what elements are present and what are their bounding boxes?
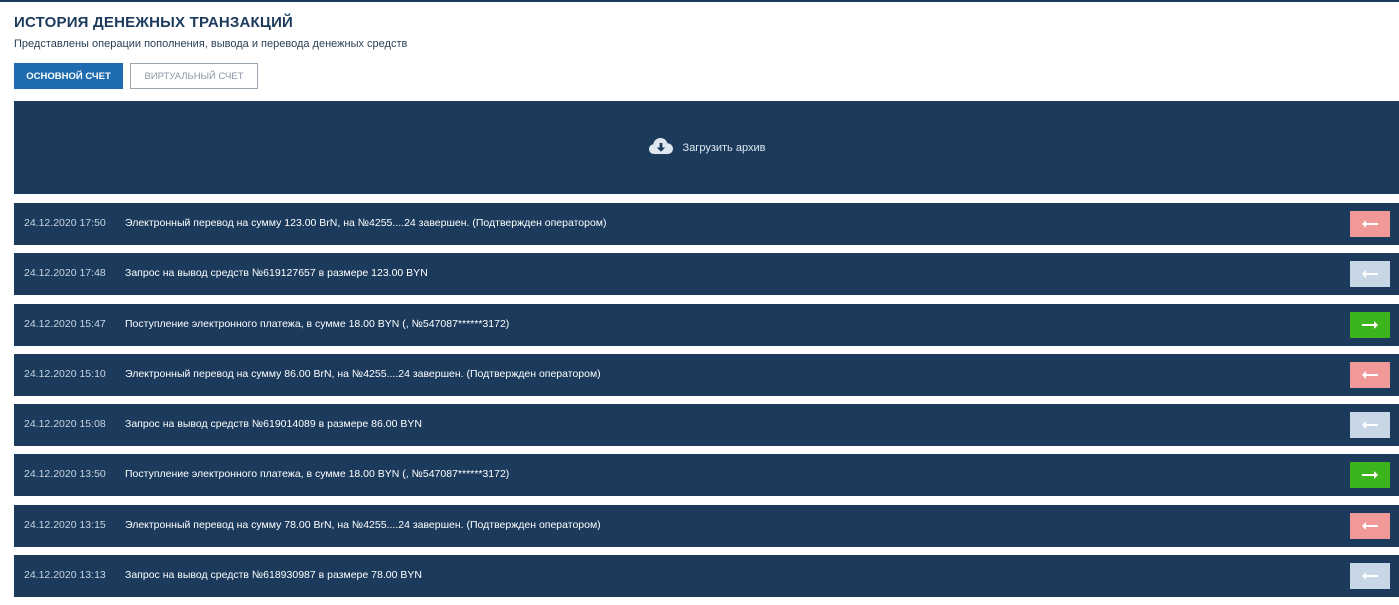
transaction-date: 24.12.2020 17:50 (24, 217, 106, 229)
transaction-direction-button[interactable] (1350, 563, 1390, 590)
arrow-left-icon (1361, 571, 1379, 581)
arrow-left-icon (1361, 269, 1379, 279)
transaction-row: 24.12.2020 15:08 Запрос на вывод средств… (14, 404, 1399, 447)
transaction-date: 24.12.2020 13:13 (24, 569, 106, 582)
transaction-date: 24.12.2020 13:50 (24, 468, 106, 481)
transaction-description: Запрос на вывод средств №618930987 в раз… (125, 569, 422, 582)
download-archive-label: Загрузить архив (682, 141, 766, 154)
arrow-right-icon (1361, 320, 1379, 330)
tab-main-account[interactable]: ОСНОВНОЙ СЧЕТ (14, 63, 123, 89)
transaction-row: 24.12.2020 17:48 Запрос на вывод средств… (14, 253, 1399, 296)
transaction-date: 24.12.2020 13:15 (24, 518, 106, 531)
download-archive-button[interactable]: Загрузить архив (648, 136, 766, 159)
transaction-description: Поступление электронного платежа, в сумм… (125, 317, 510, 330)
tab-virtual-account[interactable]: ВИРТУАЛЬНЫЙ СЧЕТ (130, 63, 258, 89)
transaction-direction-button[interactable] (1350, 412, 1390, 439)
transaction-date: 24.12.2020 17:48 (24, 267, 106, 280)
transaction-row: 24.12.2020 13:50 Поступление электронног… (14, 454, 1399, 497)
transaction-date: 24.12.2020 15:47 (24, 317, 106, 330)
transaction-row: 24.12.2020 17:50 Электронный перевод на … (14, 203, 1399, 245)
arrow-left-icon (1361, 420, 1379, 430)
archive-panel: Загрузить архив (14, 101, 1399, 194)
arrow-left-icon (1361, 521, 1379, 531)
transaction-description: Электронный перевод на сумму 78.00 BrN, … (125, 518, 601, 531)
transaction-description: Электронный перевод на сумму 123.00 BrN,… (125, 217, 607, 229)
page-title: ИСТОРИЯ ДЕНЕЖНЫХ ТРАНЗАКЦИЙ (14, 14, 294, 31)
transaction-row: 24.12.2020 13:15 Электронный перевод на … (14, 504, 1399, 547)
transaction-description: Запрос на вывод средств №619127657 в раз… (125, 267, 428, 280)
transaction-description: Электронный перевод на сумму 86.00 BrN, … (125, 367, 601, 380)
arrow-right-icon (1361, 470, 1379, 480)
transaction-direction-button[interactable] (1350, 261, 1390, 288)
transaction-row: 24.12.2020 15:10 Электронный перевод на … (14, 353, 1399, 396)
cloud-download-icon (648, 136, 674, 159)
transaction-direction-button[interactable] (1350, 211, 1390, 237)
arrow-left-icon (1361, 219, 1379, 229)
transaction-direction-button[interactable] (1350, 361, 1390, 388)
transaction-direction-button[interactable] (1350, 462, 1390, 489)
transaction-direction-button[interactable] (1350, 311, 1390, 338)
arrow-left-icon (1361, 370, 1379, 380)
transaction-row: 24.12.2020 13:13 Запрос на вывод средств… (14, 555, 1399, 598)
transaction-description: Поступление электронного платежа, в сумм… (125, 468, 510, 481)
transaction-direction-button[interactable] (1350, 512, 1390, 539)
transaction-list: 24.12.2020 17:50 Электронный перевод на … (14, 203, 1399, 605)
transaction-description: Запрос на вывод средств №619014089 в раз… (125, 418, 422, 431)
transaction-date: 24.12.2020 15:10 (24, 367, 106, 380)
transaction-row: 24.12.2020 15:47 Поступление электронног… (14, 303, 1399, 346)
page-subtitle: Представлены операции пополнения, вывода… (14, 38, 408, 50)
transaction-date: 24.12.2020 15:08 (24, 418, 106, 431)
top-border (0, 0, 1399, 2)
